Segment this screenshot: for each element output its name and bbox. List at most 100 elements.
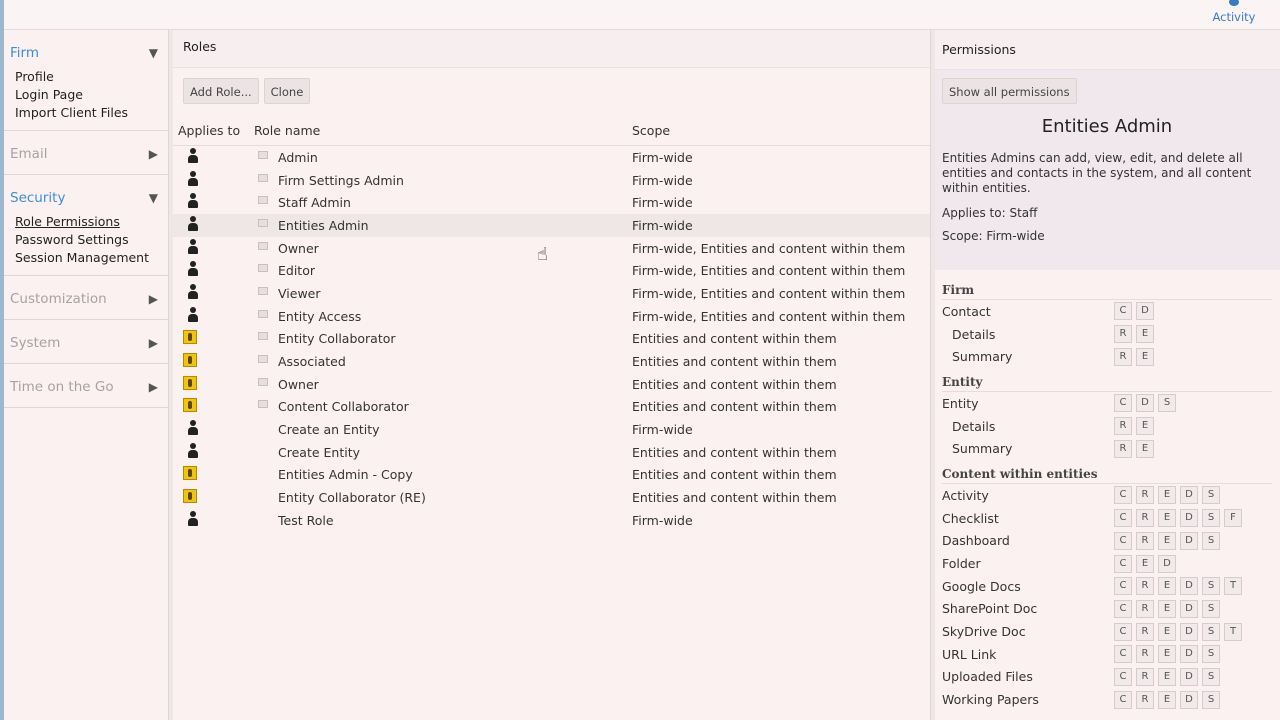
permission-flag-r[interactable]: R (1114, 417, 1132, 436)
permission-flag-e[interactable]: E (1158, 690, 1176, 709)
permission-flag-c[interactable]: C (1114, 577, 1132, 596)
permission-flag-d[interactable]: D (1180, 486, 1198, 505)
permission-flag-d[interactable]: D (1180, 645, 1198, 664)
permission-flag-e[interactable]: E (1158, 509, 1176, 528)
col-scope[interactable]: Scope (632, 123, 930, 138)
permission-flag-c[interactable]: C (1114, 302, 1132, 321)
applies-to-cell (173, 261, 254, 280)
permission-flag-d[interactable]: D (1180, 509, 1198, 528)
table-row[interactable]: Viewer Firm-wide, Entities and content wi… (173, 282, 930, 305)
permission-flag-c[interactable]: C (1114, 531, 1132, 550)
permission-flag-t[interactable]: T (1224, 622, 1242, 641)
permission-flag-e[interactable]: E (1158, 645, 1176, 664)
permission-flag-c[interactable]: C (1114, 486, 1132, 505)
permission-flag-d[interactable]: D (1180, 599, 1198, 618)
permission-flag-r[interactable]: R (1136, 509, 1154, 528)
table-row[interactable]: Content Collaborator Entities and content… (173, 396, 930, 419)
staff-user-icon (186, 442, 200, 459)
col-role-name[interactable]: Role name (254, 123, 632, 138)
sidebar-header-system[interactable]: System ▶ (10, 320, 172, 363)
permission-flag-r[interactable]: R (1136, 486, 1154, 505)
sidebar-item-password-settings[interactable]: Password Settings (15, 231, 172, 249)
permission-flag-e[interactable]: E (1158, 531, 1176, 550)
permission-flag-f[interactable]: F (1224, 509, 1242, 528)
activity-button[interactable]: Activity (1212, 0, 1256, 24)
permission-flag-c[interactable]: C (1114, 599, 1132, 618)
table-row[interactable]: Test Role Firm-wide (173, 509, 930, 532)
table-row[interactable]: Entity Collaborator (RE) Entities and con… (173, 486, 930, 509)
permission-flag-s[interactable]: S (1202, 622, 1220, 641)
permission-flag-s[interactable]: S (1202, 531, 1220, 550)
permission-flag-s[interactable]: S (1202, 486, 1220, 505)
permission-flag-c[interactable]: C (1114, 645, 1132, 664)
table-row[interactable]: Staff Admin Firm-wide (173, 191, 930, 214)
table-row[interactable]: Editor Firm-wide, Entities and content wi… (173, 259, 930, 282)
permission-flag-s[interactable]: S (1202, 667, 1220, 686)
permission-flag-c[interactable]: C (1114, 667, 1132, 686)
sidebar-header-time-on-the-go[interactable]: Time on the Go ▶ (10, 364, 172, 407)
table-row[interactable]: Associated Entities and content within th… (173, 350, 930, 373)
permission-flag-r[interactable]: R (1136, 690, 1154, 709)
table-row[interactable]: Entity Access Firm-wide, Entities and con… (173, 305, 930, 328)
permission-flag-s[interactable]: S (1202, 577, 1220, 596)
permission-flag-r[interactable]: R (1136, 645, 1154, 664)
permission-flag-c[interactable]: C (1114, 394, 1132, 413)
table-row[interactable]: Owner Entities and content within them (173, 373, 930, 396)
sidebar-item-session-management[interactable]: Session Management (15, 249, 172, 267)
permission-flag-r[interactable]: R (1114, 439, 1132, 458)
permission-flag-r[interactable]: R (1114, 325, 1132, 344)
permission-flag-e[interactable]: E (1158, 577, 1176, 596)
table-row[interactable]: Entities Admin Firm-wide (173, 214, 930, 237)
permission-flag-c[interactable]: C (1114, 554, 1132, 573)
table-row[interactable]: Create an Entity Firm-wide (173, 418, 930, 441)
permission-flag-d[interactable]: D (1136, 302, 1154, 321)
table-row[interactable]: Entity Collaborator Entities and content … (173, 328, 930, 351)
permission-flag-e[interactable]: E (1136, 325, 1154, 344)
permission-flag-r[interactable]: R (1136, 599, 1154, 618)
col-applies-to[interactable]: Applies to (173, 123, 254, 138)
permission-flag-c[interactable]: C (1114, 690, 1132, 709)
permission-flag-s[interactable]: S (1158, 394, 1176, 413)
table-row[interactable]: Admin Firm-wide (173, 146, 930, 169)
permission-flag-r[interactable]: R (1114, 347, 1132, 366)
permission-flag-d[interactable]: D (1180, 531, 1198, 550)
permission-flag-d[interactable]: D (1180, 690, 1198, 709)
sidebar-item-login-page[interactable]: Login Page (15, 86, 172, 104)
table-row[interactable]: Entities Admin - Copy Entities and conten… (173, 464, 930, 487)
permission-flag-e[interactable]: E (1158, 599, 1176, 618)
applies-to-cell (173, 147, 254, 167)
permission-flag-s[interactable]: S (1202, 645, 1220, 664)
permission-flag-s[interactable]: S (1202, 690, 1220, 709)
permission-flag-e[interactable]: E (1158, 667, 1176, 686)
table-row[interactable]: Owner Firm-wide, Entities and content wit… (173, 237, 930, 260)
permission-flag-r[interactable]: R (1136, 622, 1154, 641)
permission-flag-s[interactable]: S (1202, 599, 1220, 618)
permission-flag-r[interactable]: R (1136, 667, 1154, 686)
permission-flag-d[interactable]: D (1158, 554, 1176, 573)
permission-flag-r[interactable]: R (1136, 577, 1154, 596)
permission-flag-e[interactable]: E (1136, 439, 1154, 458)
permission-flag-d[interactable]: D (1180, 577, 1198, 596)
permission-flag-d[interactable]: D (1136, 394, 1154, 413)
clone-button[interactable]: Clone (263, 78, 311, 104)
permission-flag-e[interactable]: E (1136, 347, 1154, 366)
permission-flag-c[interactable]: C (1114, 509, 1132, 528)
table-row[interactable]: Firm Settings Admin Firm-wide (173, 169, 930, 192)
sidebar-item-import-client-files[interactable]: Import Client Files (15, 104, 172, 122)
permission-flag-r[interactable]: R (1136, 531, 1154, 550)
permission-flag-e[interactable]: E (1158, 622, 1176, 641)
permission-flag-t[interactable]: T (1224, 577, 1242, 596)
sidebar-header-email[interactable]: Email ▶ (10, 131, 172, 174)
permission-flag-e[interactable]: E (1136, 554, 1154, 573)
permission-flag-s[interactable]: S (1202, 509, 1220, 528)
scope-cell: Entities and content within them (632, 490, 837, 506)
permission-flag-e[interactable]: E (1158, 486, 1176, 505)
permission-flag-d[interactable]: D (1180, 667, 1198, 686)
permission-flag-c[interactable]: C (1114, 622, 1132, 641)
show-all-permissions-button[interactable]: Show all permissions (942, 78, 1077, 104)
sidebar-header-customization[interactable]: Customization ▶ (10, 276, 172, 319)
permission-flag-d[interactable]: D (1180, 622, 1198, 641)
add-role-button[interactable]: Add Role... (183, 78, 259, 104)
table-row[interactable]: Create Entity Entities and content within… (173, 441, 930, 464)
permission-flag-e[interactable]: E (1136, 417, 1154, 436)
